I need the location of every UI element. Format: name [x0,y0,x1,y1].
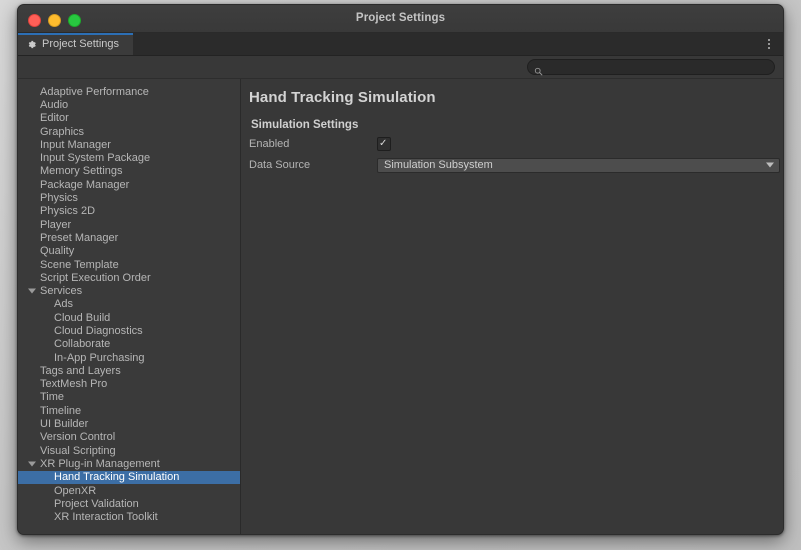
sidebar-item-label: XR Interaction Toolkit [54,511,158,524]
sidebar-item-audio[interactable]: Audio [18,98,240,111]
sidebar-item-label: Preset Manager [40,231,119,244]
search-icon [534,63,543,75]
chevron-down-icon [766,162,774,168]
sidebar-item-collaborate[interactable]: Collaborate [18,338,240,351]
sidebar-item-label: Timeline [40,404,82,417]
sidebar-item-project-validation[interactable]: Project Validation [18,497,240,510]
sidebar-item-visual-scripting[interactable]: Visual Scripting [18,444,240,457]
sidebar-item-label: Collaborate [54,338,111,351]
sidebar-item-label: Physics 2D [40,205,96,218]
sidebar-item-ui-builder[interactable]: UI Builder [18,417,240,430]
data-source-dropdown[interactable]: Simulation Subsystem [377,157,780,173]
checkmark-icon: ✓ [379,138,388,149]
sidebar-item-label: Services [40,285,83,298]
kebab-dot [768,39,770,41]
sidebar-item-label: Project Validation [54,497,139,510]
expand-arrow-icon[interactable] [28,461,36,467]
sidebar-item-label: XR Plug-in Management [40,457,160,470]
settings-tree: Adaptive Performance Audio Editor Graphics I… [18,79,240,524]
sidebar-item-label: UI Builder [40,418,89,431]
search-toolbar [18,56,783,79]
sidebar-item-label: OpenXR [54,484,97,497]
sidebar-item-time[interactable]: Time [18,391,240,404]
sidebar-item-in-app-purchasing[interactable]: In-App Purchasing [18,351,240,364]
sidebar-item-label: Time [40,391,65,404]
sidebar-item-label: Player [40,218,72,231]
sidebar-item-hand-tracking-simulation[interactable]: Hand Tracking Simulation [18,470,240,484]
sidebar-item-preset-manager[interactable]: Preset Manager [18,231,240,244]
sidebar-item-label: Adaptive Performance [40,85,149,98]
sidebar-item-label: Input Manager [40,138,111,151]
sidebar-item-label: Cloud Build [54,311,111,324]
sidebar-item-textmesh-pro[interactable]: TextMesh Pro [18,378,240,391]
sidebar-item-cloud-diagnostics[interactable]: Cloud Diagnostics [18,324,240,337]
sidebar-item-input-system-package[interactable]: Input System Package [18,151,240,164]
sidebar-item-label: Visual Scripting [40,444,116,457]
data-source-value: Simulation Subsystem [384,159,493,171]
kebab-dot [768,47,770,49]
sidebar-item-label: Hand Tracking Simulation [54,471,180,484]
gear-icon [26,39,37,50]
sidebar-item-label: Graphics [40,125,85,138]
sidebar-item-label: Script Execution Order [40,271,151,284]
sidebar-item-label: Input System Package [40,152,151,165]
sidebar-item-player[interactable]: Player [18,218,240,231]
settings-content-panel: Hand Tracking Simulation Simulation Sett… [241,79,783,534]
sidebar-item-input-manager[interactable]: Input Manager [18,138,240,151]
window-body: Adaptive Performance Audio Editor Graphics I… [18,79,783,534]
tab-strip: Project Settings [18,33,783,56]
data-source-label: Data Source [249,159,311,171]
sidebar-item-script-execution-order[interactable]: Script Execution Order [18,271,240,284]
sidebar-item-graphics[interactable]: Graphics [18,125,240,138]
enabled-checkbox[interactable]: ✓ [377,137,391,151]
sidebar-item-xr-plug-in-management[interactable]: XR Plug-in Management [18,457,240,470]
sidebar-item-label: In-App Purchasing [54,351,145,364]
sidebar-item-physics[interactable]: Physics [18,191,240,204]
sidebar-item-services[interactable]: Services [18,284,240,297]
kebab-dot [768,43,770,45]
sidebar-item-scene-template[interactable]: Scene Template [18,258,240,271]
sidebar-item-tags-and-layers[interactable]: Tags and Layers [18,364,240,377]
section-title: Simulation Settings [251,119,359,131]
tab-label: Project Settings [42,38,120,50]
desktop-background: Project Settings Project Settings Adapti… [0,0,801,550]
settings-sidebar[interactable]: Adaptive Performance Audio Editor Graphics I… [18,79,241,534]
sidebar-item-ads[interactable]: Ads [18,298,240,311]
sidebar-item-label: Editor [40,112,69,125]
sidebar-item-label: Audio [40,98,69,111]
sidebar-item-label: Version Control [40,431,116,444]
sidebar-item-label: Ads [54,298,73,311]
sidebar-item-label: Tags and Layers [40,364,121,377]
sidebar-item-label: Package Manager [40,178,130,191]
enabled-label: Enabled [249,138,290,150]
search-field[interactable] [527,59,775,75]
window-titlebar: Project Settings [18,5,783,33]
sidebar-item-adaptive-performance[interactable]: Adaptive Performance [18,85,240,98]
search-input[interactable] [547,61,768,73]
sidebar-item-label: Cloud Diagnostics [54,324,143,337]
sidebar-item-quality[interactable]: Quality [18,245,240,258]
page-title: Hand Tracking Simulation [249,89,436,106]
sidebar-item-label: Memory Settings [40,165,123,178]
window-title: Project Settings [355,12,446,24]
sidebar-item-label: TextMesh Pro [40,378,108,391]
tab-project-settings[interactable]: Project Settings [18,33,134,55]
sidebar-item-package-manager[interactable]: Package Manager [18,178,240,191]
sidebar-item-label: Quality [40,245,75,258]
property-row-enabled: Enabled ✓ [241,136,783,152]
sidebar-item-xr-interaction-toolkit[interactable]: XR Interaction Toolkit [18,511,240,524]
kebab-menu-icon[interactable] [763,37,775,51]
sidebar-item-memory-settings[interactable]: Memory Settings [18,165,240,178]
sidebar-item-openxr[interactable]: OpenXR [18,484,240,497]
sidebar-item-label: Physics [40,192,78,205]
sidebar-item-label: Scene Template [40,258,119,271]
property-row-data-source: Data Source Simulation Subsystem [241,157,783,173]
project-settings-window: Project Settings Project Settings Adapti… [17,4,784,535]
expand-arrow-icon[interactable] [28,288,36,294]
sidebar-item-editor[interactable]: Editor [18,112,240,125]
sidebar-item-version-control[interactable]: Version Control [18,431,240,444]
sidebar-item-cloud-build[interactable]: Cloud Build [18,311,240,324]
sidebar-item-timeline[interactable]: Timeline [18,404,240,417]
sidebar-item-physics-2d[interactable]: Physics 2D [18,205,240,218]
